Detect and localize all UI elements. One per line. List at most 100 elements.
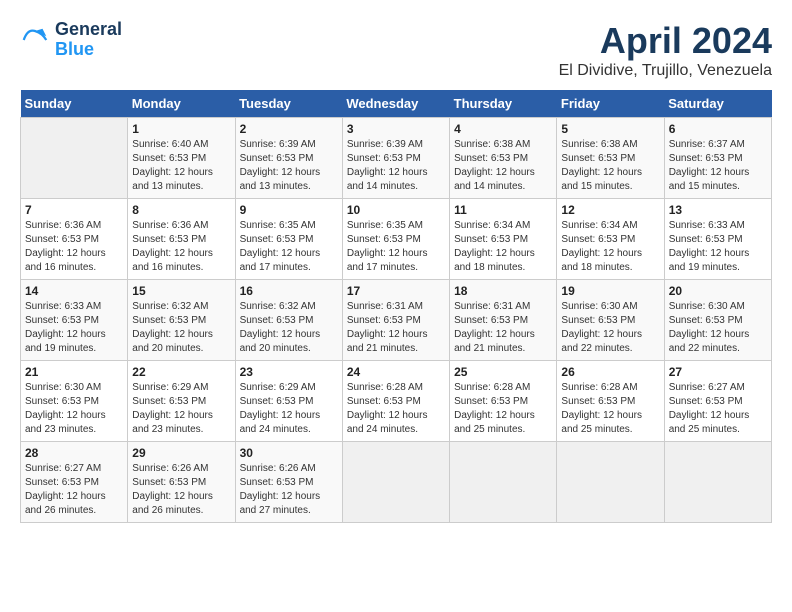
calendar-cell: 13 Sunrise: 6:33 AM Sunset: 6:53 PM Dayl… [664,199,771,280]
day-number: 5 [561,122,659,136]
calendar-cell: 27 Sunrise: 6:27 AM Sunset: 6:53 PM Dayl… [664,361,771,442]
sunset-text: Sunset: 6:53 PM [669,153,743,164]
sunset-text: Sunset: 6:53 PM [347,396,421,407]
sunset-text: Sunset: 6:53 PM [240,153,314,164]
daylight-text: Daylight: 12 hours and 25 minutes. [454,410,535,435]
day-info: Sunrise: 6:30 AM Sunset: 6:53 PM Dayligh… [669,300,767,356]
sunset-text: Sunset: 6:53 PM [561,234,635,245]
daylight-text: Daylight: 12 hours and 17 minutes. [347,248,428,273]
day-number: 26 [561,365,659,379]
weekday-header: Wednesday [342,90,449,118]
calendar-week-row: 7 Sunrise: 6:36 AM Sunset: 6:53 PM Dayli… [21,199,772,280]
weekday-header: Sunday [21,90,128,118]
day-info: Sunrise: 6:36 AM Sunset: 6:53 PM Dayligh… [25,219,123,275]
sunrise-text: Sunrise: 6:37 AM [669,139,745,150]
sunset-text: Sunset: 6:53 PM [669,315,743,326]
calendar-cell: 8 Sunrise: 6:36 AM Sunset: 6:53 PM Dayli… [128,199,235,280]
day-info: Sunrise: 6:32 AM Sunset: 6:53 PM Dayligh… [240,300,338,356]
daylight-text: Daylight: 12 hours and 22 minutes. [561,329,642,354]
sunset-text: Sunset: 6:53 PM [669,396,743,407]
calendar-cell: 26 Sunrise: 6:28 AM Sunset: 6:53 PM Dayl… [557,361,664,442]
daylight-text: Daylight: 12 hours and 13 minutes. [240,167,321,192]
sunset-text: Sunset: 6:53 PM [240,396,314,407]
daylight-text: Daylight: 12 hours and 20 minutes. [132,329,213,354]
day-info: Sunrise: 6:27 AM Sunset: 6:53 PM Dayligh… [25,462,123,518]
calendar-cell: 20 Sunrise: 6:30 AM Sunset: 6:53 PM Dayl… [664,280,771,361]
day-number: 19 [561,284,659,298]
day-number: 3 [347,122,445,136]
calendar-cell: 14 Sunrise: 6:33 AM Sunset: 6:53 PM Dayl… [21,280,128,361]
day-info: Sunrise: 6:33 AM Sunset: 6:53 PM Dayligh… [669,219,767,275]
weekday-header: Friday [557,90,664,118]
calendar-cell: 7 Sunrise: 6:36 AM Sunset: 6:53 PM Dayli… [21,199,128,280]
day-number: 1 [132,122,230,136]
daylight-text: Daylight: 12 hours and 14 minutes. [347,167,428,192]
sunset-text: Sunset: 6:53 PM [454,396,528,407]
daylight-text: Daylight: 12 hours and 21 minutes. [347,329,428,354]
daylight-text: Daylight: 12 hours and 26 minutes. [25,491,106,516]
day-number: 8 [132,203,230,217]
sunrise-text: Sunrise: 6:33 AM [25,301,101,312]
calendar-cell: 21 Sunrise: 6:30 AM Sunset: 6:53 PM Dayl… [21,361,128,442]
day-info: Sunrise: 6:26 AM Sunset: 6:53 PM Dayligh… [240,462,338,518]
sunset-text: Sunset: 6:53 PM [132,477,206,488]
day-info: Sunrise: 6:35 AM Sunset: 6:53 PM Dayligh… [347,219,445,275]
month-title: April 2024 [559,20,772,62]
sunset-text: Sunset: 6:53 PM [669,234,743,245]
logo-text: General Blue [55,20,122,60]
logo-icon [20,25,50,55]
day-info: Sunrise: 6:34 AM Sunset: 6:53 PM Dayligh… [561,219,659,275]
sunrise-text: Sunrise: 6:29 AM [240,382,316,393]
calendar-cell: 18 Sunrise: 6:31 AM Sunset: 6:53 PM Dayl… [450,280,557,361]
day-number: 22 [132,365,230,379]
calendar-week-row: 14 Sunrise: 6:33 AM Sunset: 6:53 PM Dayl… [21,280,772,361]
sunrise-text: Sunrise: 6:35 AM [347,220,423,231]
calendar-cell: 23 Sunrise: 6:29 AM Sunset: 6:53 PM Dayl… [235,361,342,442]
day-info: Sunrise: 6:39 AM Sunset: 6:53 PM Dayligh… [347,138,445,194]
weekday-header: Saturday [664,90,771,118]
calendar-cell [21,118,128,199]
sunrise-text: Sunrise: 6:39 AM [347,139,423,150]
calendar-cell: 6 Sunrise: 6:37 AM Sunset: 6:53 PM Dayli… [664,118,771,199]
daylight-text: Daylight: 12 hours and 24 minutes. [347,410,428,435]
sunrise-text: Sunrise: 6:36 AM [25,220,101,231]
daylight-text: Daylight: 12 hours and 14 minutes. [454,167,535,192]
sunrise-text: Sunrise: 6:33 AM [669,220,745,231]
logo: General Blue [20,20,122,60]
daylight-text: Daylight: 12 hours and 13 minutes. [132,167,213,192]
sunset-text: Sunset: 6:53 PM [561,396,635,407]
calendar-cell: 11 Sunrise: 6:34 AM Sunset: 6:53 PM Dayl… [450,199,557,280]
calendar-table: SundayMondayTuesdayWednesdayThursdayFrid… [20,90,772,523]
sunrise-text: Sunrise: 6:26 AM [240,463,316,474]
sunset-text: Sunset: 6:53 PM [454,234,528,245]
weekday-header-row: SundayMondayTuesdayWednesdayThursdayFrid… [21,90,772,118]
daylight-text: Daylight: 12 hours and 19 minutes. [25,329,106,354]
day-number: 30 [240,446,338,460]
day-number: 14 [25,284,123,298]
day-number: 25 [454,365,552,379]
sunrise-text: Sunrise: 6:29 AM [132,382,208,393]
sunrise-text: Sunrise: 6:30 AM [669,301,745,312]
day-number: 9 [240,203,338,217]
page-header: General Blue April 2024 El Dividive, Tru… [20,20,772,80]
day-number: 16 [240,284,338,298]
day-info: Sunrise: 6:26 AM Sunset: 6:53 PM Dayligh… [132,462,230,518]
calendar-cell: 15 Sunrise: 6:32 AM Sunset: 6:53 PM Dayl… [128,280,235,361]
sunrise-text: Sunrise: 6:39 AM [240,139,316,150]
calendar-cell: 2 Sunrise: 6:39 AM Sunset: 6:53 PM Dayli… [235,118,342,199]
day-info: Sunrise: 6:32 AM Sunset: 6:53 PM Dayligh… [132,300,230,356]
day-number: 18 [454,284,552,298]
day-number: 10 [347,203,445,217]
calendar-cell: 19 Sunrise: 6:30 AM Sunset: 6:53 PM Dayl… [557,280,664,361]
sunset-text: Sunset: 6:53 PM [240,477,314,488]
day-info: Sunrise: 6:28 AM Sunset: 6:53 PM Dayligh… [561,381,659,437]
day-info: Sunrise: 6:31 AM Sunset: 6:53 PM Dayligh… [347,300,445,356]
calendar-cell: 17 Sunrise: 6:31 AM Sunset: 6:53 PM Dayl… [342,280,449,361]
daylight-text: Daylight: 12 hours and 23 minutes. [25,410,106,435]
day-info: Sunrise: 6:39 AM Sunset: 6:53 PM Dayligh… [240,138,338,194]
sunrise-text: Sunrise: 6:30 AM [561,301,637,312]
calendar-week-row: 1 Sunrise: 6:40 AM Sunset: 6:53 PM Dayli… [21,118,772,199]
calendar-cell: 3 Sunrise: 6:39 AM Sunset: 6:53 PM Dayli… [342,118,449,199]
day-number: 20 [669,284,767,298]
day-info: Sunrise: 6:28 AM Sunset: 6:53 PM Dayligh… [454,381,552,437]
